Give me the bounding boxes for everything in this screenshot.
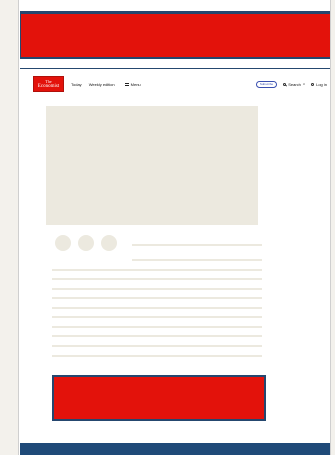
search-label: Search	[288, 81, 301, 87]
share-icon-placeholder-3[interactable]	[101, 235, 117, 251]
bottom-ad-banner[interactable]	[52, 375, 266, 421]
chevron-down-icon: ∨	[302, 82, 306, 86]
byline-placeholder-1	[132, 244, 262, 246]
logo-line-2: Economist	[37, 84, 60, 89]
top-ad-border	[20, 57, 330, 59]
byline-placeholder-2	[132, 259, 262, 261]
share-icon-placeholder-2[interactable]	[78, 235, 94, 251]
site-header: The Economist Today Weekly edition Menu …	[33, 76, 327, 92]
weekly-edition-link[interactable]: Weekly edition	[89, 82, 115, 87]
subscribe-button[interactable]: Subscribe	[255, 80, 278, 88]
text-placeholder-1	[52, 269, 262, 271]
menu-label: Menu	[130, 81, 141, 87]
text-placeholder-3	[52, 288, 262, 290]
today-link[interactable]: Today	[71, 82, 82, 87]
footer-bar	[20, 443, 330, 455]
share-icon-placeholder-1[interactable]	[55, 235, 71, 251]
text-placeholder-5	[52, 307, 262, 309]
user-icon	[311, 82, 315, 86]
text-placeholder-7	[52, 326, 262, 328]
text-placeholder-9	[52, 345, 262, 347]
text-placeholder-4	[52, 297, 262, 299]
hero-image-placeholder	[46, 106, 258, 225]
text-placeholder-2	[52, 278, 262, 280]
search-button[interactable]: Search ∨	[283, 82, 305, 87]
login-label: Log in	[316, 81, 327, 87]
menu-button[interactable]: Menu	[124, 81, 141, 87]
economist-logo[interactable]: The Economist	[33, 76, 64, 92]
text-placeholder-10	[52, 355, 262, 357]
menu-icon	[124, 82, 129, 86]
search-icon	[283, 82, 287, 86]
text-placeholder-8	[52, 335, 262, 337]
browser-frame: The Economist Today Weekly edition Menu …	[18, 0, 331, 455]
top-ad-banner[interactable]	[20, 11, 330, 57]
header-divider	[20, 68, 330, 69]
login-button[interactable]: Log in	[311, 82, 327, 87]
text-placeholder-6	[52, 316, 262, 318]
